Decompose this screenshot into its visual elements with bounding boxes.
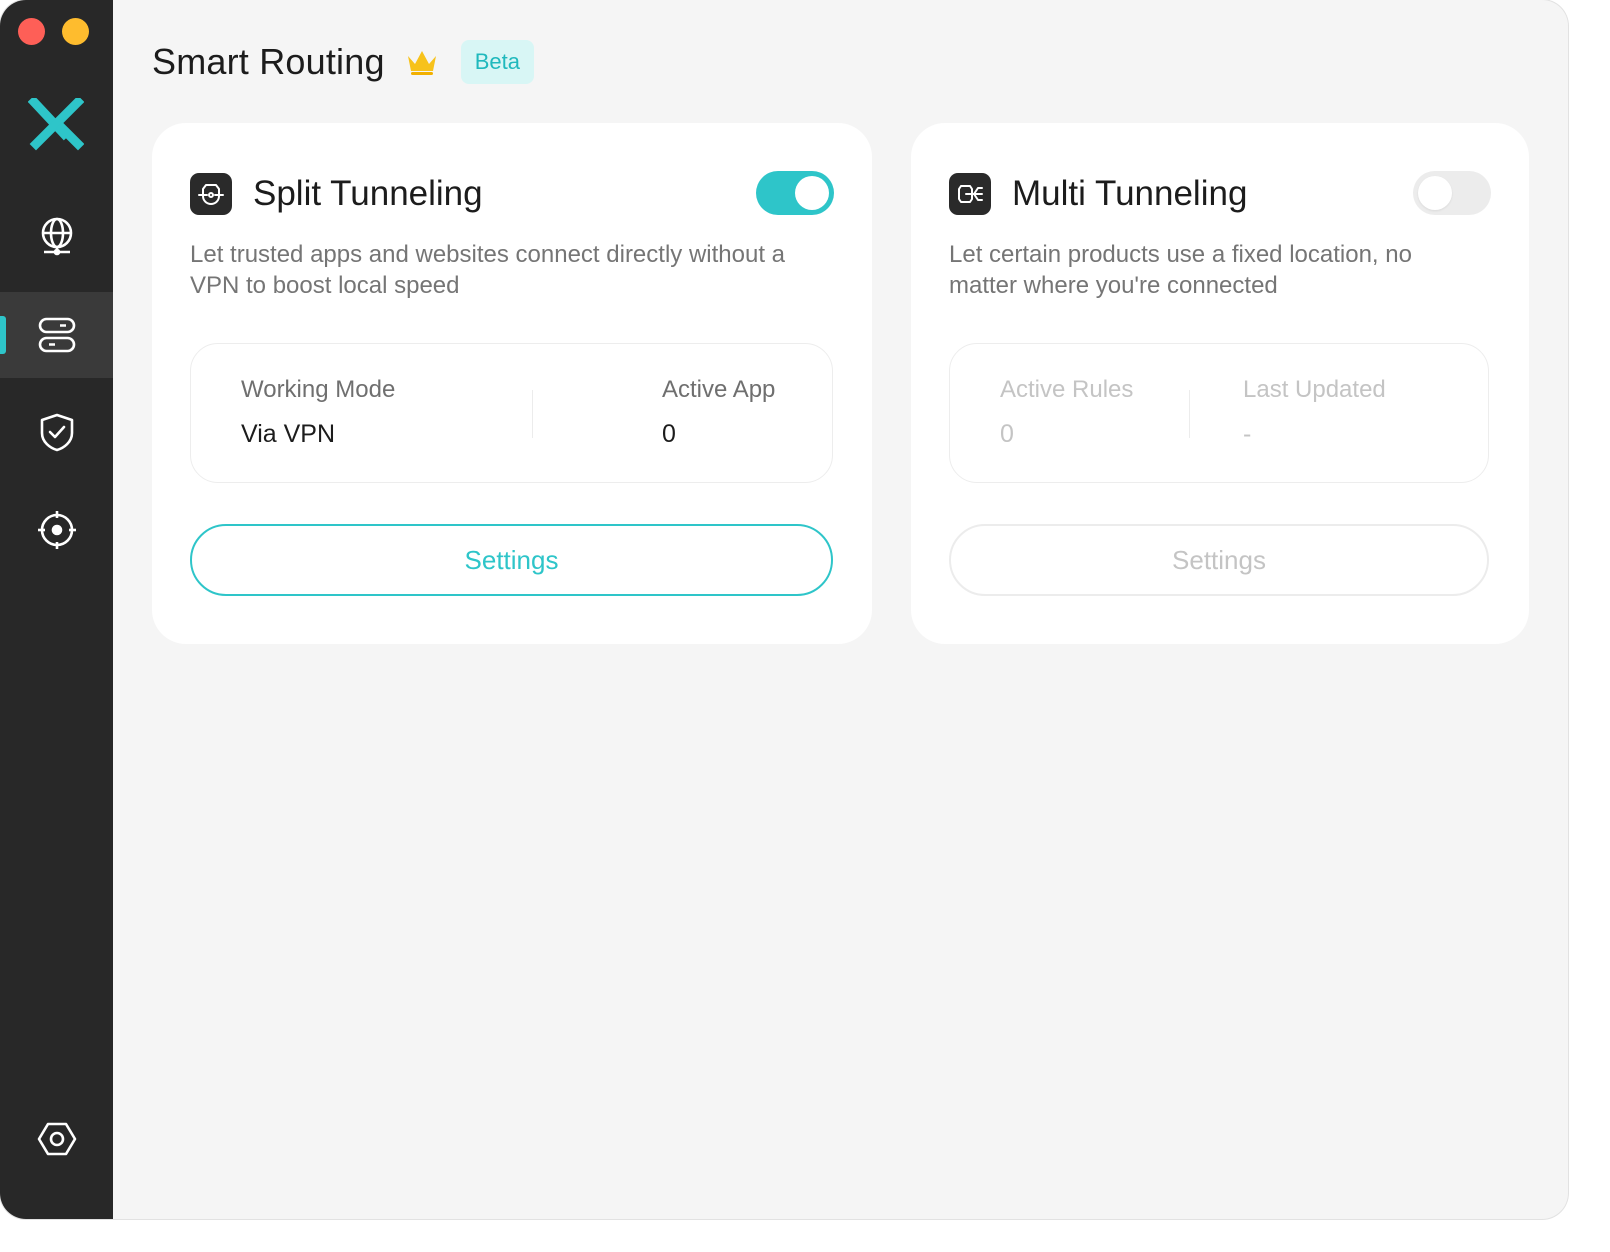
split-tunneling-description: Let trusted apps and websites connect di…	[190, 241, 786, 299]
sidebar-item-security[interactable]	[0, 389, 113, 475]
window-close-button[interactable]	[18, 18, 45, 45]
split-tunnel-icon	[190, 173, 232, 215]
multi-tunneling-settings-button[interactable]: Settings	[949, 524, 1489, 596]
multi-tunneling-card: Multi Tunneling Let certain products use…	[911, 123, 1529, 644]
shield-check-icon	[40, 413, 73, 452]
split-tunneling-title: Split Tunneling	[253, 174, 483, 213]
sidebar-item-settings[interactable]	[0, 1096, 113, 1182]
multi-tunneling-description: Let certain products use a fixed locatio…	[949, 241, 1412, 299]
globe-icon	[41, 217, 72, 256]
page-header: Smart Routing Beta	[152, 40, 534, 84]
multi-tunneling-toggle[interactable]	[1413, 171, 1491, 215]
app-logo	[28, 98, 84, 151]
beta-badge: Beta	[460, 40, 534, 84]
app-window: Smart Routing Beta Split Tunneling Let t…	[0, 0, 1568, 1219]
active-rules-stat: Active Rules 0	[1000, 376, 1133, 449]
active-app-stat: Active App 0	[662, 376, 775, 449]
multi-tunneling-header: Multi Tunneling	[949, 173, 1247, 215]
gear-icon	[37, 1122, 76, 1156]
stat-label: Active Rules	[1000, 376, 1134, 403]
page-title: Smart Routing	[152, 41, 385, 82]
stat-value: -	[1243, 420, 1252, 448]
routing-icon	[38, 317, 75, 353]
multi-tunnel-icon	[949, 173, 991, 215]
crown-icon	[407, 51, 436, 75]
stat-label: Active App	[662, 376, 776, 403]
toggle-knob	[1418, 176, 1452, 210]
window-minimize-button[interactable]	[62, 18, 89, 45]
stat-value: 0	[662, 420, 676, 448]
crosshair-icon	[37, 511, 76, 549]
toggle-knob	[795, 176, 829, 210]
stat-value: Via VPN	[241, 420, 336, 448]
split-tunneling-toggle[interactable]	[756, 171, 834, 215]
stat-label: Last Updated	[1243, 376, 1386, 403]
split-tunneling-stats: Working Mode Via VPN Active App 0	[190, 343, 833, 483]
multi-tunneling-title: Multi Tunneling	[1012, 174, 1248, 213]
split-tunneling-header: Split Tunneling	[190, 173, 483, 215]
main-content: Smart Routing Beta Split Tunneling Let t…	[113, 0, 1568, 1219]
split-tunneling-card: Split Tunneling Let trusted apps and web…	[152, 123, 872, 644]
multi-tunneling-stats: Active Rules 0 Last Updated -	[949, 343, 1489, 483]
stat-label: Working Mode	[241, 376, 396, 403]
stat-divider	[1189, 390, 1190, 438]
stat-value: 0	[1000, 420, 1014, 448]
sidebar-item-locations[interactable]	[0, 193, 113, 279]
sidebar-item-target[interactable]	[0, 487, 113, 573]
last-updated-stat: Last Updated -	[1243, 376, 1386, 449]
sidebar-item-smart-routing[interactable]	[0, 292, 113, 378]
stat-divider	[532, 390, 533, 438]
sidebar	[0, 0, 113, 1219]
working-mode-stat: Working Mode Via VPN	[241, 376, 395, 449]
split-tunneling-settings-button[interactable]: Settings	[190, 524, 833, 596]
